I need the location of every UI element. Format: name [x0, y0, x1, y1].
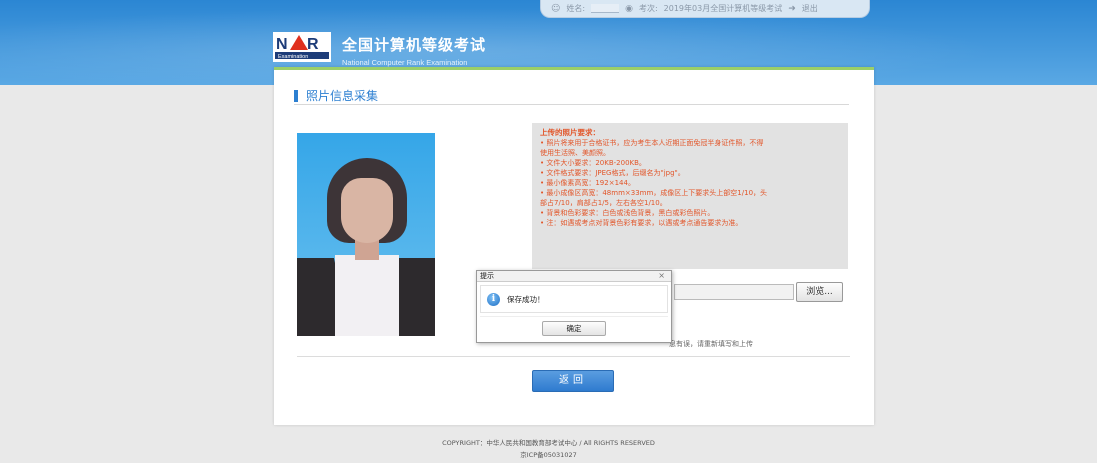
requirement-line: • 背景和色彩要求：白色或浅色背景，黑白或彩色照片。 [540, 209, 715, 217]
alert-dialog: 提示 × i 保存成功！ 确定 [476, 270, 672, 343]
info-icon: i [487, 292, 500, 306]
svg-text:N: N [276, 36, 288, 53]
upload-hint: 息有误，请重新填写和上传 [669, 340, 753, 348]
photo-requirements: 上传的照片要求： • 照片将来用于合格证书，应为考生本人近期正面免冠半身证件照，… [532, 123, 848, 269]
ok-button[interactable]: 确定 [542, 321, 606, 336]
back-button[interactable]: 返回 [532, 370, 614, 392]
dialog-message: 保存成功！ [507, 294, 545, 304]
dialog-title: 提示 [480, 272, 494, 280]
exam-value: 2019年03月全国计算机等级考试 [663, 4, 783, 13]
requirement-line: • 最小成像区高宽：48mm×33mm，成像区上下要求头上部空1/10，头 [540, 189, 768, 197]
file-path-input[interactable] [674, 284, 794, 300]
logout-icon[interactable]: ➜ [788, 4, 796, 14]
requirement-line: 部占7/10，肩部占1/5，左右各空1/10。 [540, 199, 667, 207]
close-icon[interactable]: × [658, 271, 665, 281]
site-title-cn: 全国计算机等级考试 [342, 36, 487, 54]
site-title-en: National Computer Rank Examination [342, 58, 468, 67]
dialog-footer: 确定 [480, 316, 668, 339]
requirement-line: • 文件格式要求：JPEG格式，后缀名为"jpg"。 [540, 169, 685, 177]
icp-text: 京ICP备05031027 [520, 451, 577, 459]
user-icon: ☺ [551, 3, 561, 14]
name-label: 姓名: [566, 4, 586, 13]
requirement-line: • 照片将来用于合格证书，应为考生本人近期正面免冠半身证件照，不得 [540, 139, 764, 147]
ncre-logo: N R Examination [273, 32, 331, 62]
requirement-line: • 文件大小要求：20KB-200KB。 [540, 159, 646, 167]
exam-icon: ◉ [625, 3, 633, 14]
copyright-text: COPYRIGHT：中华人民共和国教育部考试中心 / All RIGHTS RE… [442, 439, 655, 447]
section-title: 照片信息采集 [306, 89, 379, 103]
divider [297, 356, 850, 357]
name-value-redacted [591, 4, 620, 13]
svg-text:R: R [307, 36, 319, 53]
logo-text: Examination [278, 54, 308, 60]
requirement-line: • 注：如遇或考点对背景色彩有要求，以遇或考点通告要求为准。 [540, 219, 743, 227]
exam-label: 考次: [638, 4, 658, 13]
requirement-line: 使用生活照、美颜照。 [540, 149, 610, 157]
dialog-body: i 保存成功！ [480, 285, 668, 313]
section-marker [294, 89, 298, 102]
browse-button[interactable]: 浏览... [796, 282, 843, 302]
requirements-heading: 上传的照片要求： [540, 128, 600, 137]
dialog-titlebar[interactable]: 提示 × [477, 271, 671, 282]
requirement-line: • 最小像素高宽：192×144。 [540, 179, 635, 187]
main-card: 照片信息采集 上传的照片要求： • 照片将来用于合格证书，应为考生本人近期正面免… [274, 67, 874, 425]
section-header: 照片信息采集 [294, 87, 849, 105]
candidate-photo [297, 133, 435, 336]
logout-link[interactable]: 退出 [802, 3, 818, 14]
site-title: 全国计算机等级考试 National Computer Rank Examina… [342, 34, 486, 67]
user-info-bar: ☺ 姓名: ◉ 考次: 2019年03月全国计算机等级考试 ➜ 退出 [540, 0, 870, 18]
